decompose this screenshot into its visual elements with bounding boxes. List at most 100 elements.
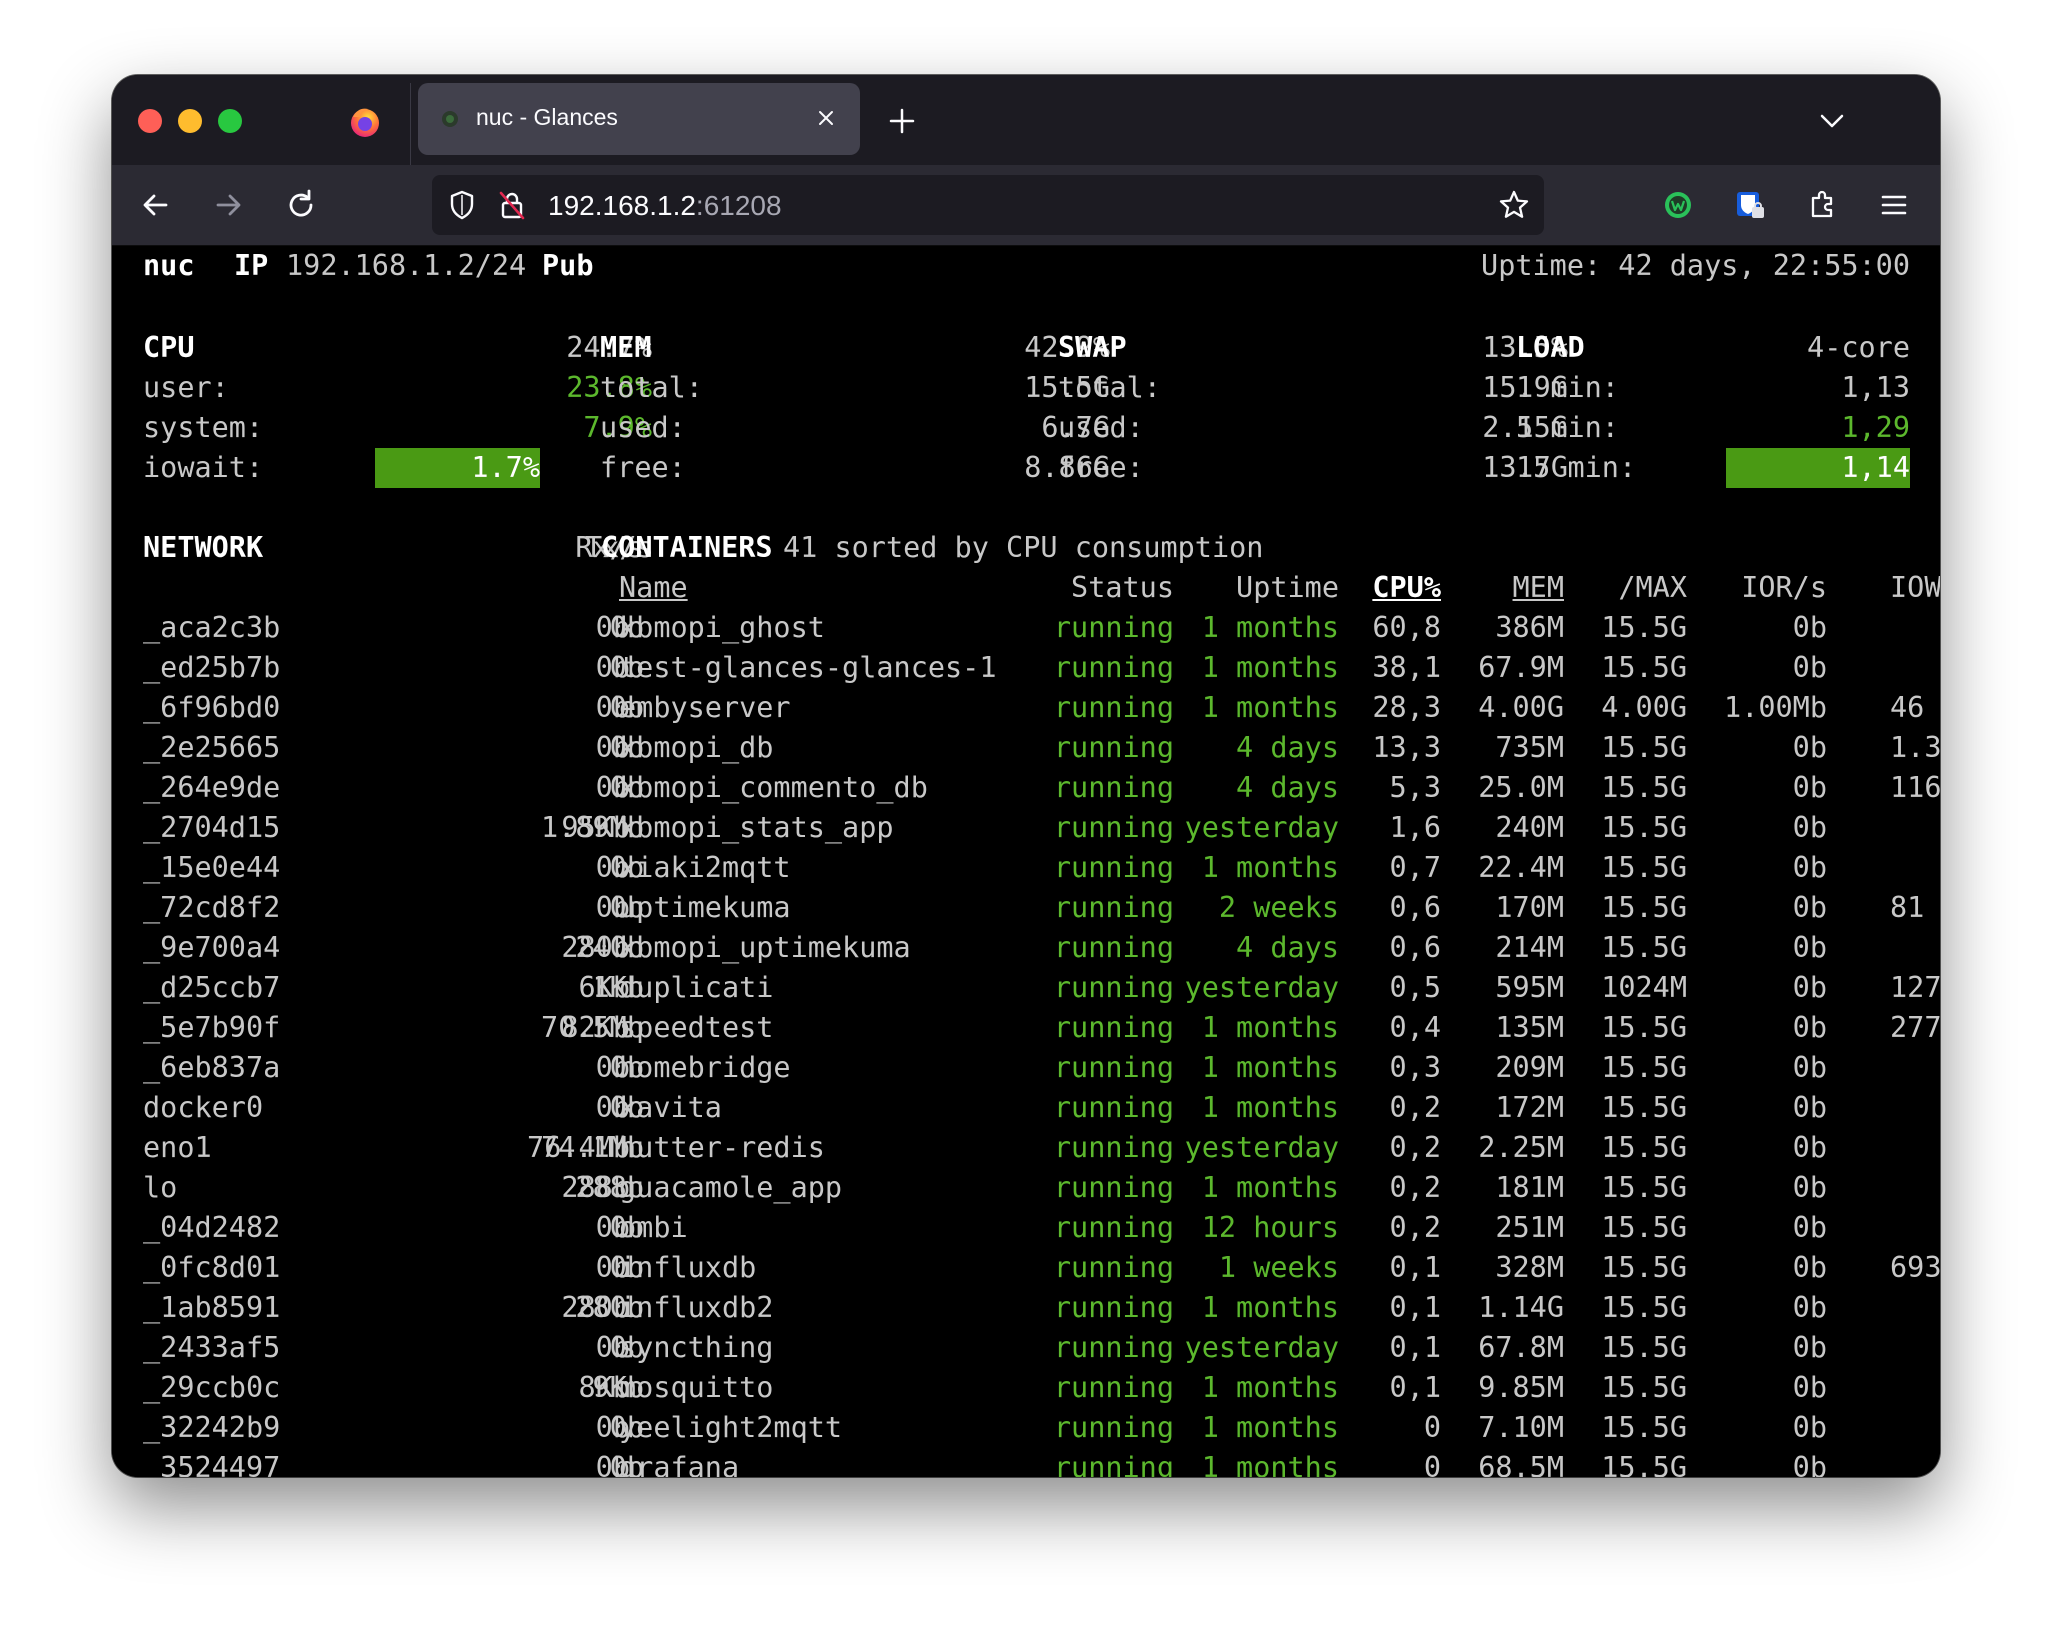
- container-row[interactable]: speedtest running 1 months 0,4 135M 15.5G 0b 27…: [112, 1008, 1940, 1048]
- container-row[interactable]: yeelight2mqtt running 1 months 0 7.10M 15.5G 0…: [112, 1408, 1940, 1448]
- container-max: 15.5G: [1601, 731, 1687, 764]
- container-row[interactable]: ombi running 12 hours 0,2 251M 15.5G 0b: [112, 1208, 1940, 1248]
- container-max: 15.5G: [1601, 1291, 1687, 1324]
- container-uptime: 1 months: [1201, 651, 1339, 684]
- container-ior: 0b: [1792, 811, 1827, 844]
- load-5min-label: 5 min:: [1516, 411, 1619, 444]
- container-ior: 0b: [1792, 1091, 1827, 1124]
- puzzle-icon[interactable]: [1802, 185, 1842, 225]
- container-row[interactable]: xiaki2mqtt running 1 months 0,7 22.4M 15.5G 0b: [112, 848, 1940, 888]
- container-name: embyserver: [619, 691, 791, 724]
- container-status: running: [1053, 891, 1174, 924]
- cpu-iowait-label: iowait:: [143, 451, 264, 484]
- col-uptime[interactable]: Uptime: [1236, 568, 1339, 608]
- container-row[interactable]: influxdb running 1 weeks 0,1 328M 15.5G 0b 693: [112, 1248, 1940, 1288]
- container-row[interactable]: embyserver running 1 months 28,3 4.00G 4.00G 1…: [112, 688, 1940, 728]
- container-status: running: [1053, 1171, 1174, 1204]
- container-row[interactable]: hutter-redis running yesterday 0,2 2.25M 15.5…: [112, 1128, 1940, 1168]
- container-mem: 181M: [1495, 1171, 1564, 1204]
- extension-green-icon[interactable]: [1658, 185, 1698, 225]
- container-row[interactable]: kbmopi_uptimekuma running 4 days 0,6 214M 15.…: [112, 928, 1940, 968]
- col-mem[interactable]: MEM: [1513, 568, 1564, 608]
- containers-summary: 41 sorted by CPU consumption: [783, 531, 1264, 564]
- container-uptime: 1 months: [1201, 1371, 1339, 1404]
- container-mem: 170M: [1495, 891, 1564, 924]
- container-ior: 0b: [1792, 891, 1827, 924]
- container-cpu: 0,6: [1389, 931, 1441, 964]
- star-icon[interactable]: [1496, 187, 1532, 223]
- reload-icon[interactable]: [282, 185, 322, 225]
- url-text[interactable]: 192.168.1.2:61208: [548, 190, 782, 222]
- container-status: running: [1053, 1411, 1174, 1444]
- container-name: speedtest: [619, 1011, 774, 1044]
- container-status: running: [1053, 1091, 1174, 1124]
- close-window-button[interactable]: [138, 109, 162, 133]
- container-row[interactable]: uptimekuma running 2 weeks 0,6 170M 15.5G 0b 81: [112, 888, 1940, 928]
- shield-icon[interactable]: [444, 187, 480, 223]
- close-icon[interactable]: [814, 106, 838, 130]
- container-row[interactable]: kbmopi_commento_db running 4 days 5,3 25.0M 1…: [112, 768, 1940, 808]
- container-row[interactable]: homebridge running 1 months 0,3 209M 15.5G 0b: [112, 1048, 1940, 1088]
- chevron-down-icon[interactable]: [1818, 109, 1846, 133]
- load-1min-label: 1 min:: [1516, 371, 1619, 404]
- container-row[interactable]: duplicati running yesterday 0,5 595M 1024M 0b 1…: [112, 968, 1940, 1008]
- container-max: 4.00G: [1601, 691, 1687, 724]
- col-name[interactable]: Name: [619, 568, 688, 608]
- insecure-lock-icon[interactable]: [494, 187, 530, 223]
- container-row[interactable]: guacamole_app running 1 months 0,2 181M 15.5G…: [112, 1168, 1940, 1208]
- container-mem: 67.8M: [1478, 1331, 1564, 1364]
- containers-header: CONTAINERS: [601, 531, 773, 564]
- col-status[interactable]: Status: [1071, 568, 1174, 608]
- container-status: running: [1053, 1291, 1174, 1324]
- load-label: LOAD: [1516, 331, 1585, 364]
- container-row[interactable]: influxdb2 running 1 months 0,1 1.14G 15.5G 0b: [112, 1288, 1940, 1328]
- bitwarden-icon[interactable]: [1730, 185, 1770, 225]
- container-mem: 251M: [1495, 1211, 1564, 1244]
- hamburger-menu-icon[interactable]: [1874, 185, 1914, 225]
- container-ior: 1.00Mb: [1724, 691, 1827, 724]
- container-name: kavita: [619, 1091, 722, 1124]
- container-mem: 172M: [1495, 1091, 1564, 1124]
- container-status: running: [1053, 1331, 1174, 1364]
- url-bar[interactable]: 192.168.1.2:61208: [432, 175, 1544, 235]
- tab-active[interactable]: nuc - Glances: [418, 83, 860, 155]
- firefox-logo-icon[interactable]: [348, 105, 382, 139]
- container-mem: 25.0M: [1478, 771, 1564, 804]
- container-row[interactable]: kbmopi_stats_app running yesterday 1,6 240M 1…: [112, 808, 1940, 848]
- container-iow: 693: [1890, 1251, 1940, 1284]
- container-row[interactable]: kbmopi_db running 4 days 13,3 735M 15.5G 0b 1.3…: [112, 728, 1940, 768]
- cpu-system-label: system:: [143, 411, 264, 444]
- container-max: 15.5G: [1601, 1051, 1687, 1084]
- container-row[interactable]: kbmopi_ghost running 1 months 60,8 386M 15.5G…: [112, 608, 1940, 648]
- container-name: kbmopi_uptimekuma: [619, 931, 911, 964]
- container-ior: 0b: [1792, 771, 1827, 804]
- container-mem: 595M: [1495, 971, 1564, 1004]
- container-mem: 735M: [1495, 731, 1564, 764]
- container-mem: 68.5M: [1478, 1451, 1564, 1477]
- container-row[interactable]: syncthing running yesterday 0,1 67.8M 15.5G 0b: [112, 1328, 1940, 1368]
- cpu-label: CPU: [143, 331, 195, 364]
- minimize-window-button[interactable]: [178, 109, 202, 133]
- container-max: 15.5G: [1601, 1091, 1687, 1124]
- container-iow: 127: [1890, 971, 1940, 1004]
- ip-label: IP: [234, 249, 269, 282]
- container-ior: 0b: [1792, 611, 1827, 644]
- container-uptime: 4 days: [1236, 731, 1339, 764]
- container-row[interactable]: test-glances-glances-1 running 1 months 38,…: [112, 648, 1940, 688]
- container-row[interactable]: grafana running 1 months 0 68.5M 15.5G 0b: [112, 1448, 1940, 1477]
- col-max: /MAX: [1618, 571, 1687, 604]
- container-mem: 240M: [1495, 811, 1564, 844]
- back-arrow-icon[interactable]: [136, 185, 176, 225]
- zoom-window-button[interactable]: [218, 109, 242, 133]
- plus-icon[interactable]: [886, 105, 918, 137]
- container-row[interactable]: kavita running 1 months 0,2 172M 15.5G 0b: [112, 1088, 1940, 1128]
- forward-arrow-icon[interactable]: [208, 185, 248, 225]
- container-iow: 1.38: [1890, 731, 1940, 764]
- container-cpu: 0,4: [1389, 1011, 1441, 1044]
- container-row[interactable]: mosquitto running 1 months 0,1 9.85M 15.5G 0b: [112, 1368, 1940, 1408]
- container-cpu: 38,1: [1372, 651, 1441, 684]
- load-15min-label: 15 min:: [1516, 451, 1637, 484]
- container-status: running: [1053, 971, 1174, 1004]
- glances-terminal[interactable]: nuc IP 192.168.1.2/24 Pub Uptime: 42 day…: [112, 246, 1940, 1477]
- col-cpu[interactable]: CPU%: [1372, 568, 1441, 608]
